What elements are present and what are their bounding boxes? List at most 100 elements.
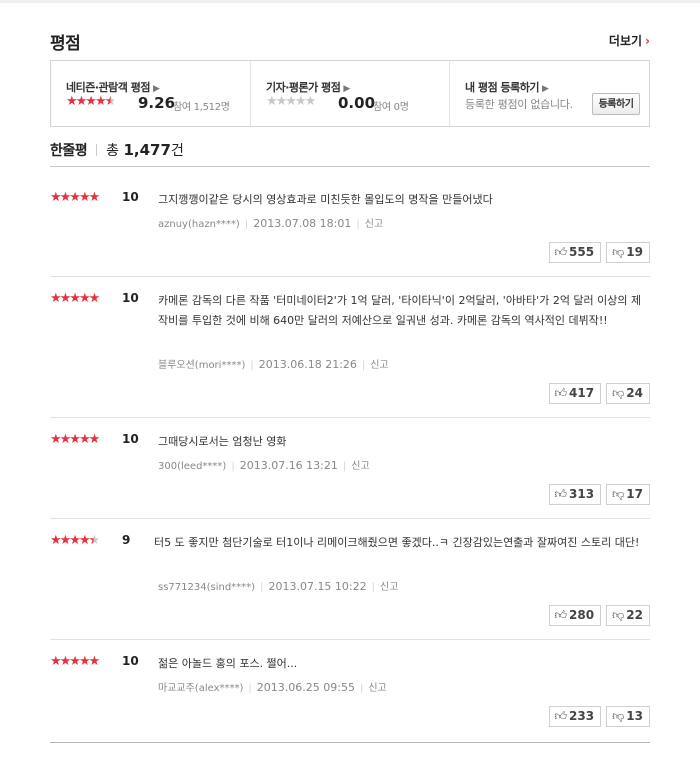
upvote-count: 417 bbox=[569, 386, 595, 400]
review-user[interactable]: 마교교주(alex****) bbox=[158, 683, 243, 694]
upvote-button[interactable]: 👍︎ 417 bbox=[548, 383, 602, 404]
separator: | bbox=[359, 683, 364, 694]
register-button[interactable]: 등록하기 bbox=[592, 93, 640, 115]
star-rating: ★★★★★ bbox=[266, 94, 316, 109]
separator: | bbox=[250, 360, 254, 371]
report-link[interactable]: 신고 bbox=[365, 219, 383, 230]
critic-count: 참여 0명 bbox=[373, 102, 409, 113]
arrow-right-icon: ▶ bbox=[343, 84, 350, 94]
upvote-count: 313 bbox=[569, 487, 595, 501]
review-score: 9 bbox=[122, 533, 131, 547]
vote-buttons: 👍︎ 313 👎︎ 17 bbox=[544, 483, 650, 505]
report-link[interactable]: 신고 bbox=[368, 683, 386, 694]
review-meta: 블루오션(mori****) | 2013.06.18 21:26 | 신고 bbox=[158, 356, 389, 371]
no-rating-text: 등록한 평점이 없습니다. bbox=[465, 98, 573, 111]
total-prefix: 총 bbox=[106, 143, 120, 159]
oneline-header: 한줄평 총 1,477건 bbox=[50, 140, 184, 160]
upvote-button[interactable]: 👍︎ 233 bbox=[548, 706, 602, 727]
thumbs-up-icon: 👍︎ bbox=[554, 487, 568, 501]
netizen-rating-label: 네티즌·관람객 평점 bbox=[66, 81, 150, 94]
downvote-count: 13 bbox=[626, 709, 643, 723]
more-label: 더보기 bbox=[608, 34, 643, 48]
total-suffix: 건 bbox=[170, 143, 184, 159]
review-date: 2013.06.25 09:55 bbox=[256, 681, 355, 694]
report-link[interactable]: 신고 bbox=[351, 461, 369, 472]
arrow-right-icon: ▶ bbox=[152, 84, 160, 94]
separator: | bbox=[356, 219, 360, 230]
netizen-score: 9.26 bbox=[138, 94, 176, 112]
netizen-rating-box: 네티즌·관람객 평점 ▶ ★★★★★ 9.26 참여 1,512명 bbox=[51, 61, 249, 126]
thumbs-up-icon: 👍︎ bbox=[554, 245, 568, 259]
review-user[interactable]: aznuy(hazn****) bbox=[158, 219, 240, 230]
thumbs-up-icon: 👍︎ bbox=[554, 386, 568, 400]
downvote-button[interactable]: 👎︎ 24 bbox=[606, 383, 650, 404]
review-score: 10 bbox=[122, 654, 139, 668]
thumbs-down-icon: 👎︎ bbox=[612, 487, 625, 501]
thumbs-up-icon: 👍︎ bbox=[554, 709, 568, 723]
vote-buttons: 👍︎ 555 👎︎ 19 bbox=[544, 241, 650, 263]
downvote-button[interactable]: 👎︎ 19 bbox=[606, 242, 650, 263]
upvote-button[interactable]: 👍︎ 313 bbox=[548, 484, 602, 505]
review-user[interactable]: ss771234(sind****) bbox=[158, 582, 255, 593]
star-rating: ★★★★★ bbox=[50, 190, 100, 205]
downvote-count: 17 bbox=[626, 487, 643, 501]
downvote-button[interactable]: 👎︎ 17 bbox=[606, 484, 650, 505]
star-icon: ★★★★ bbox=[66, 94, 107, 109]
review-score: 10 bbox=[122, 190, 139, 204]
review-meta: ss771234(sind****) | 2013.07.15 10:22 | 신고 bbox=[158, 578, 398, 593]
star-rating: ★★★★★ bbox=[66, 94, 117, 109]
review-meta: aznuy(hazn****) | 2013.07.08 18:01 | 신고 bbox=[158, 215, 383, 230]
downvote-button[interactable]: 👎︎ 22 bbox=[606, 605, 650, 626]
review-text: 젊은 아놀드 홍의 포스. 쩔어... bbox=[158, 657, 298, 670]
thumbs-down-icon: 👎︎ bbox=[612, 608, 625, 622]
review-text: 그때당시로서는 엄청난 영화 bbox=[158, 435, 287, 448]
my-rating-label: 내 평점 등록하기 bbox=[465, 81, 540, 94]
divider bbox=[96, 144, 98, 156]
my-rating-link[interactable]: 내 평점 등록하기 ▶ bbox=[465, 79, 549, 95]
review-score: 10 bbox=[122, 291, 139, 305]
vote-buttons: 👍︎ 233 👎︎ 13 bbox=[544, 705, 650, 727]
review-date: 2013.06.18 21:26 bbox=[258, 358, 357, 371]
downvote-count: 22 bbox=[626, 608, 643, 622]
separator: | bbox=[342, 461, 347, 472]
oneline-title: 한줄평 bbox=[50, 143, 88, 159]
top-divider bbox=[0, 0, 700, 3]
upvote-button[interactable]: 👍︎ 280 bbox=[548, 605, 602, 626]
review-meta: 300(leed****) | 2013.07.16 13:21 | 신고 bbox=[158, 457, 370, 472]
upvote-button[interactable]: 👍︎ 555 bbox=[548, 242, 602, 263]
upvote-count: 555 bbox=[569, 245, 595, 259]
critic-rating-link[interactable]: 기자·평론가 평점 ▶ bbox=[266, 79, 350, 95]
review-divider bbox=[50, 639, 650, 640]
rating-summary: 네티즌·관람객 평점 ▶ ★★★★★ 9.26 참여 1,512명 기자·평론가 … bbox=[50, 60, 650, 127]
thumbs-up-icon: 👍︎ bbox=[554, 608, 568, 622]
critic-rating-box: 기자·평론가 평점 ▶ ★★★★★ 0.00 참여 0명 bbox=[250, 61, 449, 126]
total-count: 1,477 bbox=[123, 141, 171, 159]
star-rating: ★★★★★ bbox=[50, 291, 100, 306]
star-icon: ★ bbox=[104, 94, 117, 109]
review-divider bbox=[50, 276, 650, 277]
review-score: 10 bbox=[122, 432, 139, 446]
star-icon: ★★★★ bbox=[50, 533, 91, 548]
review-user[interactable]: 블루오션(mori****) bbox=[158, 360, 245, 371]
downvote-count: 19 bbox=[626, 245, 643, 259]
review-date: 2013.07.16 13:21 bbox=[239, 459, 338, 472]
review-date: 2013.07.15 10:22 bbox=[268, 580, 367, 593]
review-meta: 마교교주(alex****) | 2013.06.25 09:55 | 신고 bbox=[158, 679, 387, 694]
review-text: 그지깽깽이같은 당시의 영상효과로 미친듯한 몰입도의 명작을 만들어냈다 bbox=[158, 193, 493, 206]
vote-buttons: 👍︎ 280 👎︎ 22 bbox=[544, 604, 650, 626]
report-link[interactable]: 신고 bbox=[380, 582, 398, 593]
report-link[interactable]: 신고 bbox=[370, 360, 388, 371]
star-rating: ★★★★★ bbox=[50, 533, 101, 548]
more-link[interactable]: 더보기 › bbox=[609, 32, 650, 49]
separator: | bbox=[260, 582, 264, 593]
downvote-button[interactable]: 👎︎ 13 bbox=[606, 706, 650, 727]
review-text: 카메론 감독의 다른 작품 '터미네이터2'가 1억 달러, '타이타닉'이 2… bbox=[158, 294, 642, 327]
separator: | bbox=[231, 461, 235, 472]
separator: | bbox=[361, 360, 366, 371]
review-user[interactable]: 300(leed****) bbox=[158, 461, 226, 472]
review-text: 터5 도 좋지만 첨단기술로 터1이나 리메이크해줬으면 좋겠다..ㅋ 긴장감있… bbox=[154, 536, 640, 549]
critic-rating-label: 기자·평론가 평점 bbox=[266, 81, 341, 94]
critic-score: 0.00 bbox=[338, 94, 376, 112]
netizen-rating-link[interactable]: 네티즌·관람객 평점 ▶ bbox=[66, 79, 160, 95]
star-icon: ★ bbox=[88, 533, 101, 548]
